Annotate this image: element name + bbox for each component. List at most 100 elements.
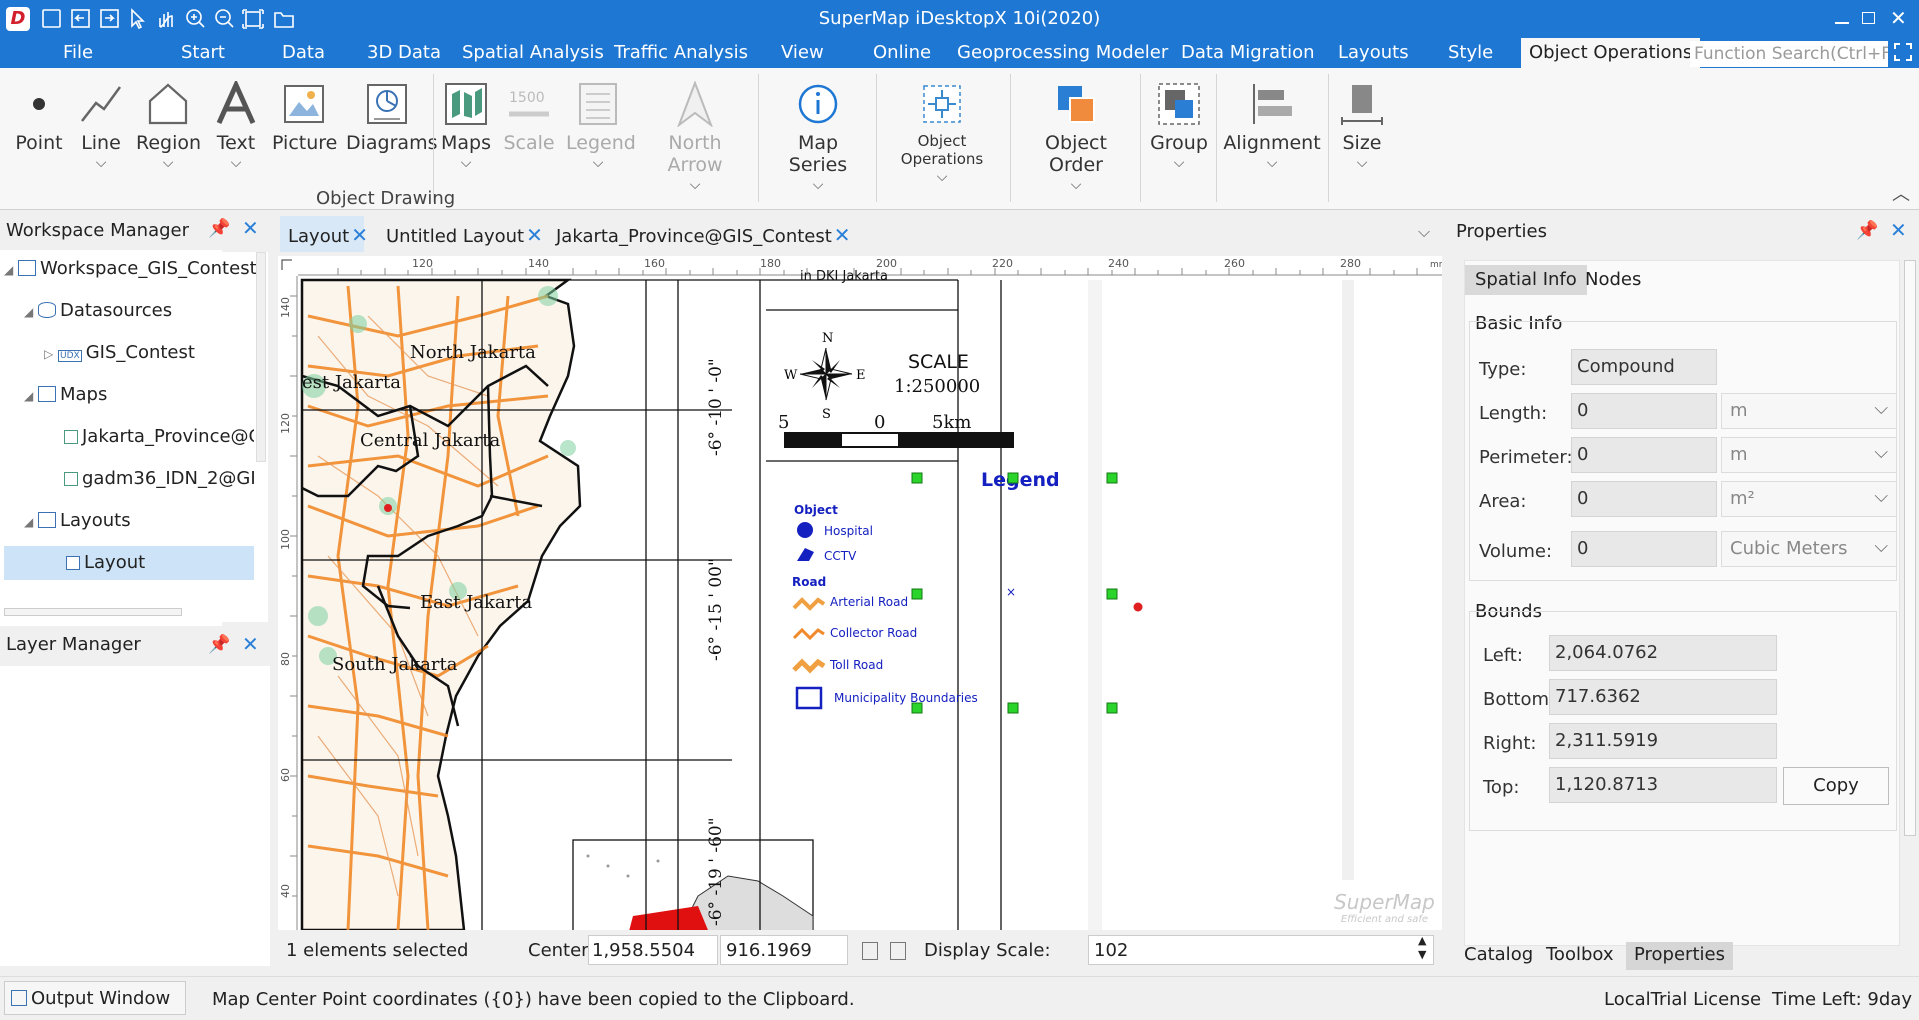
menu-online[interactable]: Online <box>873 42 931 63</box>
label-east-jakarta: East Jakarta <box>420 592 532 613</box>
point-icon <box>33 98 45 110</box>
canvas-scrollbar[interactable] <box>1342 280 1354 880</box>
center-x-input[interactable]: 1,958.5504 <box>588 935 718 965</box>
text-icon <box>216 81 256 125</box>
copy-coordinates-icon[interactable] <box>862 942 878 960</box>
object-order-icon <box>1058 86 1095 123</box>
menu-view[interactable]: View <box>781 42 824 63</box>
svg-text:Arterial Road: Arterial Road <box>830 595 908 609</box>
alignment-button[interactable]: Alignment ⌵ <box>1222 76 1322 170</box>
tree-maps[interactable]: ◢ Maps <box>24 378 107 412</box>
layout-canvas[interactable]: 120 140 160 180 200 220 240 260 280 mm 1… <box>278 256 1442 930</box>
perimeter-unit-select[interactable]: m ⌵ <box>1721 437 1897 473</box>
picture-button[interactable]: Picture <box>272 76 337 154</box>
menu-data-migration[interactable]: Data Migration <box>1181 42 1315 63</box>
svg-text:Object: Object <box>794 503 838 517</box>
tree-workspace[interactable]: ◢ Workspace_GIS_Contest <box>4 252 257 286</box>
fullscreen-icon[interactable] <box>1894 43 1912 61</box>
display-scale-spinner-icon[interactable]: ▲ ▼ <box>1418 934 1426 962</box>
workspace-manager-header-bar: Workspace Manager 📌 ✕ <box>0 212 270 250</box>
tab-nodes[interactable]: Nodes <box>1575 265 1651 294</box>
group-button[interactable]: Group ⌵ <box>1146 76 1212 170</box>
object-operations-button[interactable]: Object Operations ⌵ <box>880 76 1004 184</box>
map-series-button[interactable]: Map Series ⌵ <box>768 76 868 192</box>
tab-toolbox[interactable]: Toolbox <box>1546 944 1614 965</box>
properties-scrollbar[interactable] <box>1904 260 1916 836</box>
properties-header: Properties 📌 ✕ <box>1456 218 1907 242</box>
map-icon <box>64 472 78 486</box>
pin-icon[interactable]: 📌 <box>208 218 230 239</box>
tree-map-gadm[interactable]: gadm36_IDN_2@GIS_Contest <box>64 462 254 496</box>
menu-geoprocessing-modeler[interactable]: Geoprocessing Modeler <box>957 42 1168 63</box>
tree-map-jakarta[interactable]: Jakarta_Province@GIS_Contest <box>64 420 254 454</box>
menu-object-operations[interactable]: Object Operations <box>1521 38 1701 68</box>
top-field: 1,120.8713 <box>1549 767 1777 803</box>
svg-text:80: 80 <box>279 652 292 666</box>
length-unit-select[interactable]: m ⌵ <box>1721 393 1897 429</box>
size-button[interactable]: Size ⌵ <box>1334 76 1390 170</box>
diagrams-button[interactable]: Diagrams <box>346 76 437 154</box>
legend-title: Legend <box>981 469 1060 491</box>
svg-text:SCALE: SCALE <box>908 351 969 373</box>
display-scale-input[interactable]: 102 <box>1088 935 1434 965</box>
chevron-down-icon: ⌵ <box>1874 398 1888 419</box>
left-label: Left: <box>1483 645 1523 666</box>
text-button[interactable]: Text ⌵ <box>214 76 258 170</box>
point-button[interactable]: Point <box>12 76 66 154</box>
tree-gis-contest[interactable]: ▷ UDX GIS_Contest <box>44 336 195 370</box>
volume-unit-select[interactable]: Cubic Meters ⌵ <box>1721 531 1897 567</box>
tab-untitled-layout[interactable]: Untitled Layout ✕ <box>378 216 543 252</box>
close-icon[interactable]: ✕ <box>242 216 259 240</box>
tree-scrollbar-vertical[interactable] <box>256 252 266 462</box>
volume-field: 0 <box>1571 531 1717 567</box>
minimize-icon[interactable] <box>1835 22 1849 24</box>
scale-box: N S E W SCALE 1:250000 5 0 5km <box>778 331 1014 448</box>
function-search-input[interactable]: Function Search(Ctrl+F) <box>1690 41 1888 67</box>
document-tabs: Layout ✕ Untitled Layout ✕ Jakarta_Provinc… <box>278 216 1442 254</box>
close-icon[interactable]: ✕ <box>242 632 259 656</box>
menu-file[interactable]: File <box>63 42 93 63</box>
menu-style[interactable]: Style <box>1448 42 1493 63</box>
svg-text:140: 140 <box>528 257 549 270</box>
pin-icon[interactable]: 📌 <box>208 634 230 655</box>
menu-layouts[interactable]: Layouts <box>1338 42 1409 63</box>
tree-datasources[interactable]: ◢ Datasources <box>24 294 172 328</box>
close-window-icon[interactable]: ✕ <box>1890 6 1907 30</box>
tab-jakarta-province[interactable]: Jakarta_Province@GIS_Contest ✕ <box>548 216 851 252</box>
title-bar: D SuperMap iDesktopX 10i(2020) ✕ <box>0 0 1919 38</box>
menu-start[interactable]: Start <box>181 42 225 63</box>
restore-icon[interactable] <box>1862 12 1875 24</box>
tree-layouts[interactable]: ◢ Layouts <box>24 504 131 538</box>
tab-spatial-info[interactable]: Spatial Info <box>1465 265 1587 295</box>
close-icon[interactable]: ✕ <box>1890 218 1907 242</box>
tabs-overflow-icon[interactable]: ⌵ <box>1418 222 1430 242</box>
region-button[interactable]: Region ⌵ <box>136 76 201 170</box>
menu-3d-data[interactable]: 3D Data <box>367 42 441 63</box>
footer-status-bar: Output Window Map Center Point coordinat… <box>0 976 1919 1020</box>
svg-text:-6° -10 ' -0": -6° -10 ' -0" <box>706 358 726 456</box>
paste-coordinates-icon[interactable] <box>890 942 906 960</box>
maps-button[interactable]: Maps ⌵ <box>440 76 492 170</box>
object-order-button[interactable]: Object Order ⌵ <box>1018 76 1134 192</box>
tab-properties[interactable]: Properties <box>1626 942 1733 970</box>
menu-traffic-analysis[interactable]: Traffic Analysis <box>614 42 748 63</box>
area-unit-select[interactable]: m² ⌵ <box>1721 481 1897 517</box>
tab-layout[interactable]: Layout ✕ <box>280 216 368 252</box>
svg-text:mm: mm <box>1430 260 1442 270</box>
output-window-button[interactable]: Output Window <box>4 981 186 1015</box>
svg-text:1:250000: 1:250000 <box>894 376 980 397</box>
collapse-ribbon-icon[interactable]: ︿ <box>1892 180 1910 206</box>
menu-spatial-analysis[interactable]: Spatial Analysis <box>462 42 604 63</box>
svg-text:120: 120 <box>279 413 292 434</box>
tree-layout-selected[interactable]: Layout <box>4 546 254 580</box>
center-y-input[interactable]: 916.1969 <box>720 935 848 965</box>
tab-catalog[interactable]: Catalog <box>1464 944 1533 965</box>
maps-folder-icon <box>38 386 56 402</box>
menu-data[interactable]: Data <box>282 42 325 63</box>
database-icon <box>38 302 56 318</box>
workspace-icon <box>18 260 36 276</box>
copy-button[interactable]: Copy <box>1783 767 1889 805</box>
line-button[interactable]: Line ⌵ <box>76 76 126 170</box>
pin-icon[interactable]: 📌 <box>1856 220 1878 241</box>
tree-scrollbar-horizontal[interactable] <box>4 608 182 616</box>
